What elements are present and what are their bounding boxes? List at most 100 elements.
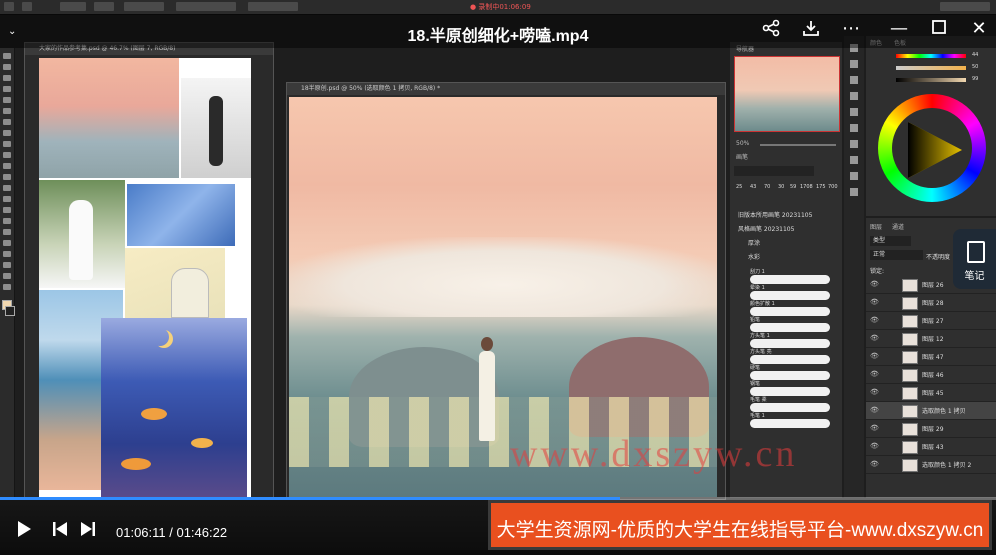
brush-item[interactable]: 钢笔	[750, 380, 830, 396]
next-icon[interactable]	[80, 520, 96, 543]
layer-row[interactable]: 👁 图层 46	[866, 366, 996, 384]
eye-icon[interactable]: 👁	[870, 460, 879, 468]
brush-size-7[interactable]: 175	[816, 184, 826, 190]
tab-brush[interactable]: 画笔	[736, 152, 748, 161]
brush-search[interactable]	[734, 166, 814, 176]
brush-size-5[interactable]: 59	[790, 184, 796, 190]
shape-tool-icon[interactable]	[3, 251, 11, 257]
zoom-tool-icon[interactable]	[3, 273, 11, 279]
brush-tool-icon[interactable]	[3, 141, 11, 147]
workspace-controls[interactable]	[940, 2, 990, 11]
blur-tool-icon[interactable]	[3, 196, 11, 202]
brush-size-1[interactable]: 25	[736, 184, 742, 190]
home-icon[interactable]	[4, 2, 14, 11]
distribute-buttons[interactable]	[248, 2, 298, 11]
quick-select-tool-icon[interactable]	[3, 86, 11, 92]
align-buttons[interactable]	[176, 2, 236, 11]
brush-item[interactable]: 硬笔	[750, 364, 830, 380]
h-value[interactable]: 44	[972, 52, 978, 58]
eye-icon[interactable]: 👁	[870, 424, 879, 432]
brush-item[interactable]: 毛笔 1	[750, 412, 830, 428]
layer-row[interactable]: 👁 图层 12	[866, 330, 996, 348]
move-tool-icon[interactable]	[22, 2, 32, 11]
minimize-icon[interactable]: —	[888, 19, 910, 39]
tab-channels[interactable]: 通道	[892, 222, 904, 231]
type-tool-icon[interactable]	[3, 229, 11, 235]
blend-mode-select[interactable]: 正常	[870, 250, 923, 260]
brush-size-3[interactable]: 70	[764, 184, 770, 190]
brush-group-2[interactable]: 风格画笔 20231105	[738, 224, 794, 233]
brush-item[interactable]: 毛笔 柔	[750, 396, 830, 412]
eye-icon[interactable]: 👁	[870, 334, 879, 342]
properties-icon[interactable]	[850, 124, 858, 132]
h-slider[interactable]	[896, 54, 966, 58]
layer-row[interactable]: 👁 选取颜色 1 拷贝 2	[866, 456, 996, 474]
tab-layers[interactable]: 图层	[870, 222, 882, 231]
brush-item[interactable]: 颜色扩散 1	[750, 300, 830, 316]
ad-banner[interactable]: 大学生资源网-优质的大学生在线指导平台-www.dxszyw.cn	[488, 500, 992, 550]
layer-row[interactable]: 👁 图层 47	[866, 348, 996, 366]
brush-group-3[interactable]: 厚涂	[748, 238, 760, 247]
crop-tool-icon[interactable]	[3, 97, 11, 103]
b-slider[interactable]	[896, 78, 966, 82]
brush-group-1[interactable]: 旧版本所用画笔 20231105	[738, 210, 812, 219]
history-brush-icon[interactable]	[3, 163, 11, 169]
color-triangle[interactable]	[900, 116, 964, 180]
libraries-icon[interactable]	[850, 156, 858, 164]
actions-icon[interactable]	[850, 140, 858, 148]
more-icon[interactable]: ⋯	[840, 19, 862, 39]
frame-tool-icon[interactable]	[3, 108, 11, 114]
gradient-tool-icon[interactable]	[3, 185, 11, 191]
layer-row-selected[interactable]: 👁 选取颜色 1 拷贝	[866, 402, 996, 420]
s-value[interactable]: 50	[972, 64, 978, 70]
background-color-swatch[interactable]	[5, 306, 15, 316]
layer-row[interactable]: 👁 图层 27	[866, 312, 996, 330]
brush-size-2[interactable]: 43	[750, 184, 756, 190]
more-tools-icon[interactable]	[3, 284, 11, 290]
healing-tool-icon[interactable]	[3, 130, 11, 136]
pen-tool-icon[interactable]	[3, 218, 11, 224]
eye-icon[interactable]: 👁	[870, 280, 879, 288]
brush-group-4[interactable]: 水彩	[748, 252, 760, 261]
layer-row[interactable]: 👁 图层 28	[866, 294, 996, 312]
brush-size-6[interactable]: 1708	[800, 184, 813, 190]
color-wheel[interactable]	[878, 94, 986, 202]
eye-icon[interactable]: 👁	[870, 316, 879, 324]
move-tool-icon[interactable]	[3, 53, 11, 59]
adjust-icon[interactable]	[850, 60, 858, 68]
layer-row[interactable]: 👁 图层 29	[866, 420, 996, 438]
note-button[interactable]: 笔记	[953, 229, 996, 289]
layer-row[interactable]: 👁 图层 43	[866, 438, 996, 456]
navigator-zoom[interactable]: 50%	[736, 140, 749, 147]
brush-item[interactable]: 刮刀 1	[750, 268, 830, 284]
eye-icon[interactable]: 👁	[870, 406, 879, 414]
hand-tool-icon[interactable]	[3, 262, 11, 268]
paragraph-icon[interactable]	[850, 92, 858, 100]
brush-size-4[interactable]: 30	[778, 184, 784, 190]
brush-size-8[interactable]: 700	[828, 184, 838, 190]
play-icon[interactable]	[16, 520, 32, 543]
auto-select-checkbox[interactable]	[60, 2, 86, 11]
dodge-tool-icon[interactable]	[3, 207, 11, 213]
previous-icon[interactable]	[52, 520, 68, 543]
play-icon[interactable]	[850, 172, 858, 180]
navigator-thumbnail[interactable]	[734, 56, 840, 132]
glyphs-icon[interactable]	[850, 188, 858, 196]
doc-tab-main[interactable]: 18半原创.psd @ 50% (选取颜色 1 拷贝, RGB/8) *	[287, 83, 725, 95]
transform-controls-checkbox[interactable]	[124, 2, 164, 11]
brush-item[interactable]: 方头笔 1	[750, 332, 830, 348]
b-value[interactable]: 99	[972, 76, 978, 82]
stamp-tool-icon[interactable]	[3, 152, 11, 158]
close-icon[interactable]: ✕	[968, 19, 990, 39]
brush-item[interactable]: 铅笔	[750, 316, 830, 332]
layer-select[interactable]	[94, 2, 114, 11]
layer-filter[interactable]: 类型	[870, 236, 911, 246]
share-icon[interactable]	[760, 19, 782, 39]
eye-icon[interactable]: 👁	[870, 388, 879, 396]
eye-icon[interactable]: 👁	[870, 298, 879, 306]
layer-row[interactable]: 👁 图层 45	[866, 384, 996, 402]
brush-item[interactable]: 晕染 1	[750, 284, 830, 300]
swatches-icon[interactable]	[850, 108, 858, 116]
lasso-tool-icon[interactable]	[3, 75, 11, 81]
eyedropper-tool-icon[interactable]	[3, 119, 11, 125]
